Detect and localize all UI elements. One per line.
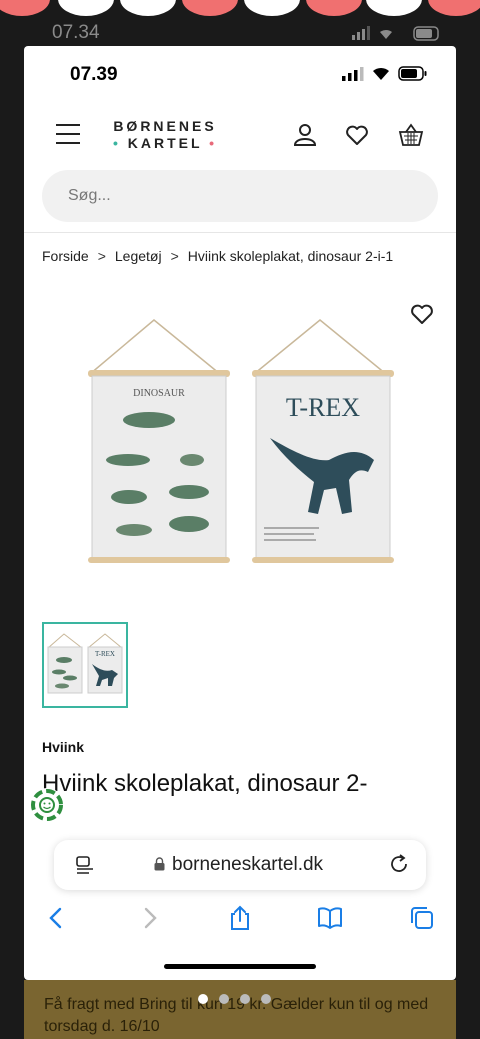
logo-line1: BØRNENES [113, 118, 217, 134]
page-dot-3 [240, 994, 250, 1004]
thumb-right-title: T-REX [95, 650, 115, 658]
promo-banner: Få fragt med Bring til kun 19 kr. Gælder… [24, 980, 456, 1039]
chevron-right-icon: > [97, 248, 106, 264]
product-thumbnail[interactable]: T-REX [42, 622, 128, 708]
product-brand[interactable]: Hviink [42, 739, 84, 755]
account-icon[interactable] [292, 122, 318, 148]
bookmarks-icon[interactable] [316, 904, 344, 932]
thumbnail-image: T-REX [47, 633, 123, 694]
product-main-image[interactable]: DINOSAUR T-REX [74, 312, 404, 572]
status-time: 07.39 [70, 64, 118, 85]
phone-screen: 07.39 BØRNENES • KARTEL • Søg... Forside… [24, 46, 456, 980]
story-page-indicator [198, 994, 271, 1004]
page-dot-1 [198, 994, 208, 1004]
trust-badge-icon[interactable] [30, 788, 64, 822]
outer-status-icons [352, 26, 439, 41]
forward-icon[interactable] [136, 904, 164, 932]
wifi-icon [373, 67, 389, 80]
poster-right-title: T-REX [286, 393, 360, 422]
home-indicator [164, 964, 316, 969]
cellular-signal-icon [342, 66, 364, 81]
outer-status-bar: 07.34 [0, 18, 480, 46]
page-menu-icon[interactable] [74, 854, 96, 876]
site-header: BØRNENES • KARTEL • [24, 114, 456, 158]
outer-time: 07.34 [52, 22, 100, 43]
search-input[interactable] [42, 170, 434, 222]
chevron-right-icon: > [170, 248, 179, 264]
product-title: Hviink skoleplakat, dinosaur 2- [42, 770, 368, 797]
url-text[interactable]: borneneskartel.dk [172, 854, 323, 876]
wishlist-heart-icon[interactable] [344, 122, 370, 148]
basket-icon[interactable] [398, 122, 424, 148]
breadcrumb-link-forside[interactable]: Forside [42, 248, 89, 264]
page-dot-2 [219, 994, 229, 1004]
breadcrumb-link-legetoj[interactable]: Legetøj [115, 248, 162, 264]
browser-toolbar [24, 898, 456, 938]
browser-address-bar[interactable]: borneneskartel.dk [54, 840, 426, 890]
breadcrumb: Forside > Legetøj > Hviink skoleplakat, dino… [42, 248, 393, 264]
battery-icon [398, 66, 427, 81]
status-bar: 07.39 [24, 46, 456, 98]
page-indicator-dots-top [0, 0, 480, 16]
lock-icon [154, 857, 165, 871]
share-icon[interactable] [226, 904, 254, 932]
hamburger-menu-icon[interactable] [56, 124, 80, 146]
site-logo[interactable]: BØRNENES • KARTEL • [110, 118, 220, 152]
reload-icon[interactable] [388, 853, 410, 875]
page-dot-4 [261, 994, 271, 1004]
search-bar[interactable] [42, 170, 438, 222]
breadcrumb-current: Hviink skoleplakat, dinosaur 2-i-1 [187, 248, 394, 264]
status-icons [342, 66, 428, 81]
add-to-favorites-heart-icon[interactable] [410, 302, 434, 326]
tabs-icon[interactable] [408, 904, 436, 932]
back-icon[interactable] [42, 904, 70, 932]
header-divider [24, 232, 456, 233]
poster-left-title: DINOSAUR [133, 388, 185, 399]
logo-line2: KARTEL [127, 135, 203, 151]
